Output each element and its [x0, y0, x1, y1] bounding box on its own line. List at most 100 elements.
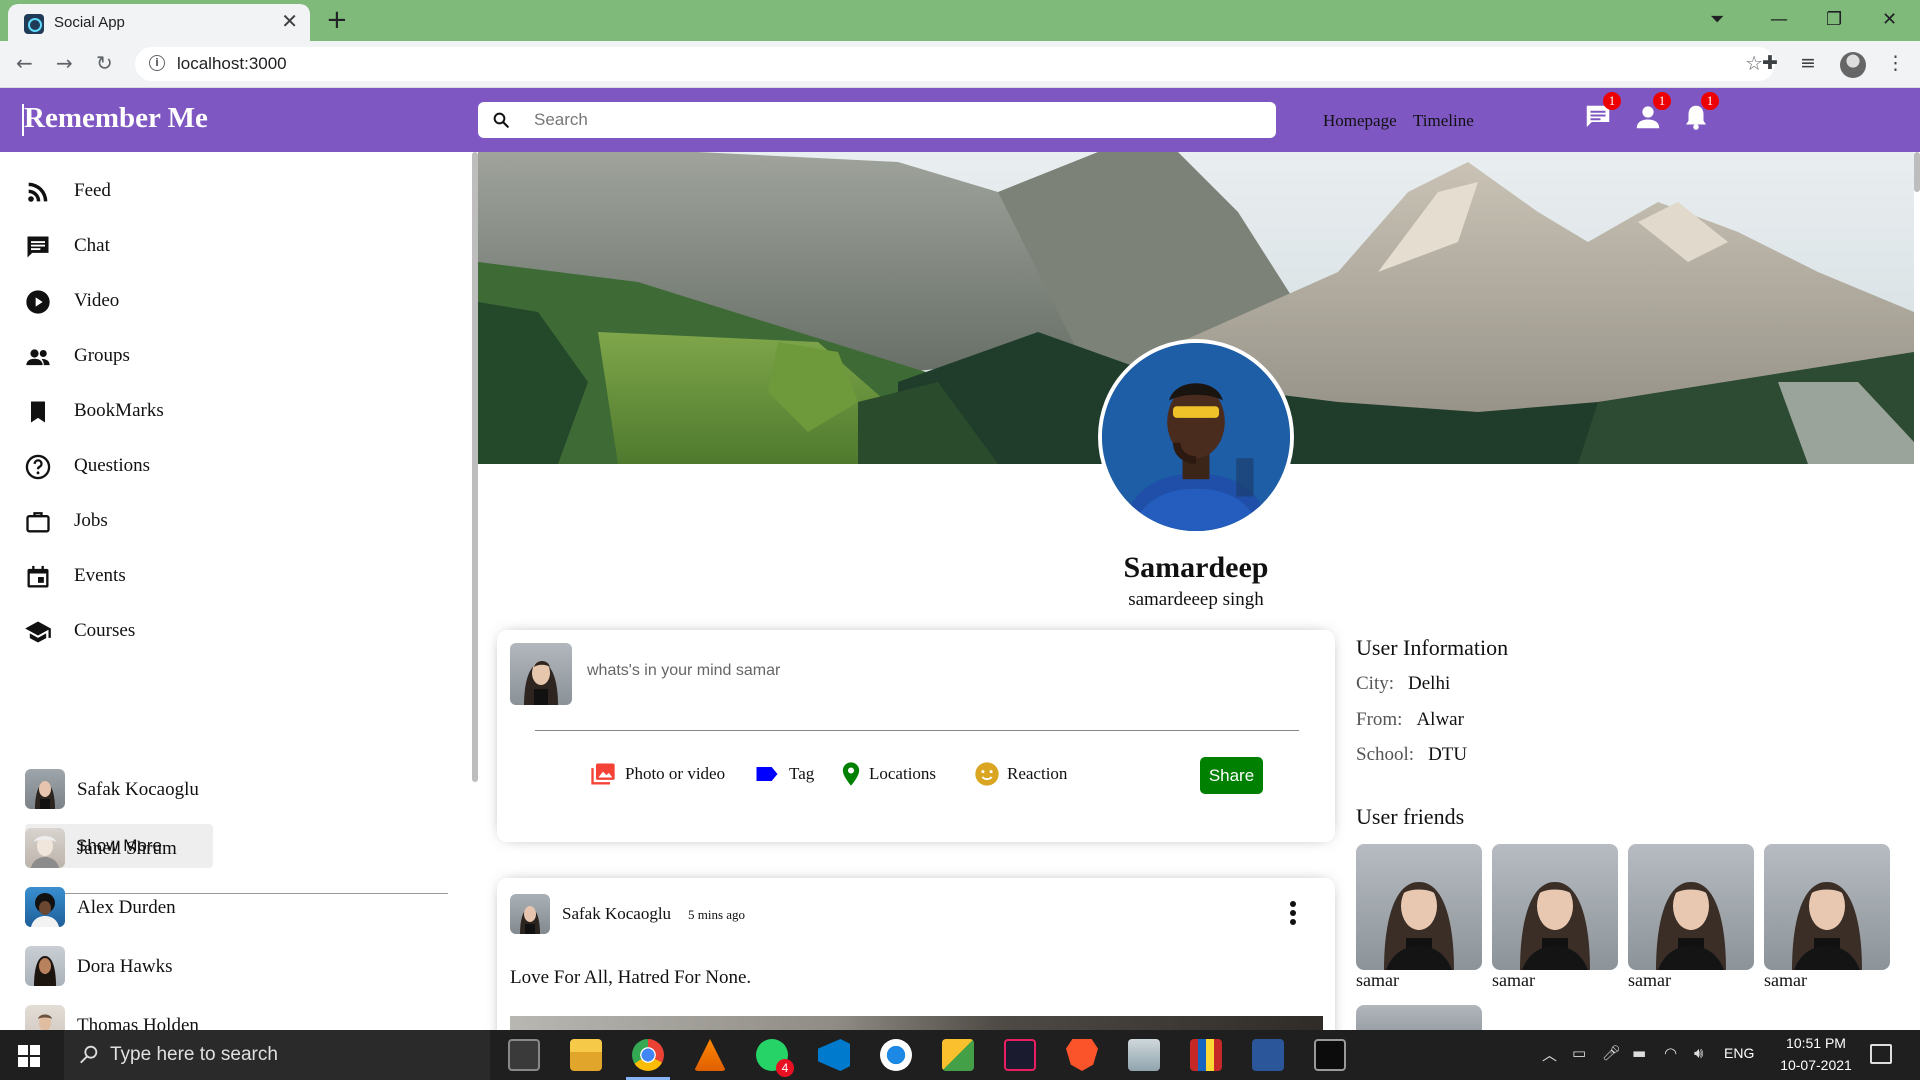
sidebar-item-jobs[interactable]: Jobs	[24, 502, 424, 542]
address-bar[interactable]: i localhost:3000 ☆	[135, 47, 1775, 81]
info-icon[interactable]: i	[149, 55, 165, 71]
profile-avatar[interactable]	[1098, 339, 1294, 535]
volume-icon[interactable]: 🔊︎	[1694, 1044, 1703, 1062]
terminal-app-icon[interactable]	[1004, 1039, 1036, 1071]
file-explorer-icon[interactable]	[570, 1039, 602, 1071]
chrome-icon[interactable]	[626, 1039, 670, 1080]
media-icon[interactable]: ≡	[1800, 51, 1816, 75]
winrar-icon[interactable]	[1190, 1039, 1222, 1071]
share-input[interactable]	[587, 662, 1287, 680]
back-icon[interactable]: ←	[16, 51, 33, 75]
main-scrollbar[interactable]	[1914, 152, 1920, 192]
language-indicator[interactable]: ENG	[1724, 1045, 1754, 1061]
post-card: Safak Kocaoglu 5 mins ago Love For All, …	[497, 878, 1335, 1030]
meet-now-icon[interactable]: ▭	[1572, 1044, 1586, 1062]
friend-request-button[interactable]: 1	[1633, 92, 1671, 132]
notion-app-icon[interactable]	[508, 1039, 540, 1071]
reaction-option[interactable]: Reaction	[973, 758, 1083, 790]
close-window-icon[interactable]: ✕	[1882, 6, 1897, 34]
tag-option[interactable]: Tag	[753, 758, 823, 790]
notification-center-icon[interactable]	[1870, 1044, 1892, 1064]
restore-icon[interactable]: ❐	[1826, 6, 1842, 34]
photo-library-icon	[591, 763, 615, 785]
sidebar-item-label: Feed	[74, 180, 111, 201]
url-text[interactable]: localhost:3000	[177, 54, 287, 74]
sidebar-item-courses[interactable]: Courses	[24, 612, 424, 652]
user-friend-item[interactable]: samar	[1492, 844, 1618, 994]
battery-icon[interactable]: ▬	[1632, 1044, 1646, 1062]
photo-video-option[interactable]: Photo or video	[589, 758, 729, 790]
sidebar-item-events[interactable]: Events	[24, 557, 424, 597]
clock-time[interactable]: 10:51 PM	[1776, 1035, 1856, 1051]
tab-search-icon[interactable]: ⏷	[1710, 6, 1724, 34]
friend-item-thomas[interactable]: Thomas Holden	[25, 1005, 425, 1030]
user-friend-item[interactable]: samar	[1764, 844, 1890, 994]
post-username[interactable]: Safak Kocaoglu	[562, 904, 671, 924]
user-friend-item[interactable]: samar	[1356, 844, 1482, 994]
friend-item-dora[interactable]: Dora Hawks	[25, 946, 425, 990]
group-icon	[26, 349, 50, 366]
more-vert-icon[interactable]	[1289, 900, 1297, 926]
search-icon	[493, 112, 509, 128]
friend-item-alex[interactable]: Alex Durden	[25, 887, 425, 931]
taskbar-search[interactable]: Type here to search	[64, 1030, 490, 1080]
search-bar[interactable]	[478, 102, 1276, 138]
brave-icon[interactable]	[1066, 1039, 1098, 1071]
avatar[interactable]	[510, 894, 550, 934]
clock-date[interactable]: 10-07-2021	[1766, 1057, 1866, 1073]
avatar	[510, 643, 572, 705]
minimize-icon[interactable]: —	[1770, 6, 1788, 34]
post-image[interactable]	[510, 1016, 1323, 1030]
share-button[interactable]: Share	[1200, 757, 1263, 794]
extensions-icon[interactable]: ✚	[1762, 51, 1778, 75]
word-icon[interactable]	[1252, 1039, 1284, 1071]
reload-icon[interactable]: ↻	[96, 51, 113, 75]
profile-icon[interactable]	[1840, 52, 1866, 78]
menu-icon[interactable]: ⋮	[1886, 51, 1905, 75]
user-friend-item[interactable]: samar	[1628, 844, 1754, 994]
sidebar-item-questions[interactable]: Questions	[24, 447, 424, 487]
nav-timeline-link[interactable]: Timeline	[1413, 111, 1474, 131]
avatar	[25, 769, 65, 809]
microphone-icon[interactable]: 🎤︎	[1602, 1044, 1621, 1062]
info-row-from: From: Alwar	[1356, 709, 1464, 731]
friend-item-safak[interactable]: Safak Kocaoglu	[25, 769, 425, 813]
react-favicon-icon	[24, 14, 44, 34]
sidebar-item-bookmarks[interactable]: BookMarks	[24, 392, 424, 432]
search-input[interactable]	[534, 108, 1254, 132]
user-friend-item-partial[interactable]	[1356, 1005, 1482, 1030]
new-tab-icon[interactable]: +	[326, 6, 348, 34]
sidebar-item-chat[interactable]: Chat	[24, 227, 424, 267]
sticky-notes-icon[interactable]	[942, 1039, 974, 1071]
tray-chevron-icon[interactable]: ︿	[1542, 1044, 1557, 1065]
chat-notification-button[interactable]: 1	[1583, 92, 1621, 132]
sidebar-item-label: Chat	[74, 235, 110, 256]
friend-name: Alex Durden	[77, 897, 176, 918]
location-option[interactable]: Locations	[837, 758, 947, 790]
label-icon	[756, 767, 778, 781]
sidebar-item-groups[interactable]: Groups	[24, 337, 424, 377]
browser-tab[interactable]: Social App ✕	[8, 4, 310, 41]
edge-dev-icon[interactable]	[880, 1039, 912, 1071]
star-icon[interactable]: ☆	[1745, 51, 1763, 75]
sidebar-item-label: Courses	[74, 620, 136, 641]
close-tab-icon[interactable]: ✕	[281, 11, 298, 31]
brand-logo[interactable]: Remember Me	[22, 102, 208, 136]
vlc-icon[interactable]	[694, 1039, 726, 1071]
sidebar-item-feed[interactable]: Feed	[24, 172, 424, 212]
option-label: Photo or video	[625, 764, 726, 783]
cmd-icon[interactable]	[1314, 1039, 1346, 1071]
drive-tool-icon[interactable]	[1128, 1039, 1160, 1071]
notifications-button[interactable]: 1	[1681, 92, 1719, 132]
sidebar-item-label: Questions	[74, 455, 150, 476]
wifi-icon[interactable]: ◠	[1664, 1044, 1677, 1062]
work-icon	[26, 512, 50, 533]
forward-icon[interactable]: →	[56, 51, 73, 75]
friend-item-janell[interactable]: Janell Shrum	[25, 828, 425, 872]
friend-photo	[1356, 844, 1482, 970]
vscode-icon[interactable]	[818, 1039, 850, 1071]
windows-start-icon[interactable]	[18, 1045, 40, 1067]
nav-homepage-link[interactable]: Homepage	[1323, 111, 1397, 131]
whatsapp-icon[interactable]: 4	[756, 1039, 794, 1077]
sidebar-item-video[interactable]: Video	[24, 282, 424, 322]
